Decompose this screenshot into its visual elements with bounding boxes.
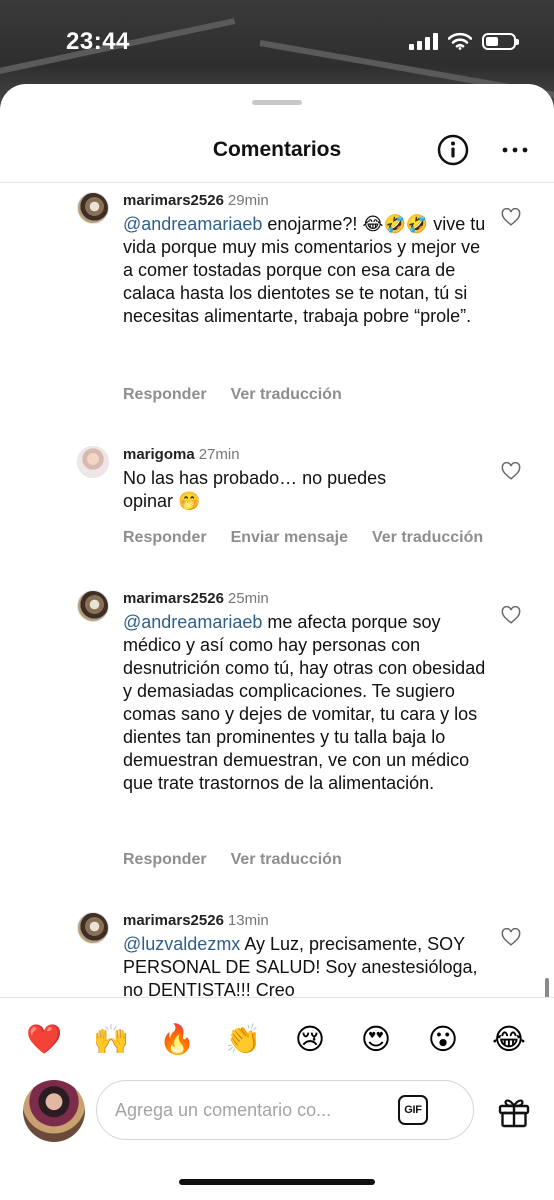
wifi-icon xyxy=(448,32,472,50)
comment-mention[interactable]: @andreamariaeb xyxy=(123,214,262,234)
sheet-header: Comentarios xyxy=(0,124,554,180)
translate-button[interactable]: Ver traducción xyxy=(231,386,342,404)
translate-button[interactable]: Ver traducción xyxy=(231,851,342,869)
avatar[interactable] xyxy=(77,192,109,224)
heart-outline-icon[interactable] xyxy=(501,208,521,226)
reply-button[interactable]: Responder xyxy=(123,851,207,869)
comment-text: @luzvaldezmx Ay Luz, precisamente, SOY P… xyxy=(123,934,478,997)
heart-outline-icon[interactable] xyxy=(501,606,521,624)
my-avatar[interactable] xyxy=(23,1080,85,1142)
gif-button[interactable]: GIF xyxy=(398,1095,428,1125)
reaction-heart-eyes[interactable]: 😍 xyxy=(356,1020,396,1060)
comment-text: @andreamariaeb enojarme?! 😂🤣🤣 vive tu vi… xyxy=(123,214,486,326)
comment-username[interactable]: marimars2526 29min xyxy=(123,192,269,209)
sheet-grabber[interactable] xyxy=(252,100,302,105)
reply-button[interactable]: Responder xyxy=(123,386,207,404)
cellular-signal-icon xyxy=(409,32,438,50)
comment-mention[interactable]: @luzvaldezmx xyxy=(123,934,240,954)
gift-icon[interactable] xyxy=(497,1095,531,1129)
reaction-raised-hands[interactable]: 🙌 xyxy=(91,1020,131,1060)
comment-time: 27min xyxy=(198,446,240,463)
comment-username[interactable]: marimars2526 25min xyxy=(123,590,269,607)
reaction-crying[interactable]: 😢 xyxy=(290,1020,330,1060)
info-icon[interactable] xyxy=(437,134,469,166)
comment-time: 25min xyxy=(227,590,269,607)
quick-reactions: ❤️ 🙌 🔥 👏 😢 😍 😮 😂 xyxy=(0,1020,554,1060)
home-indicator xyxy=(179,1179,375,1185)
composer-area: ❤️ 🙌 🔥 👏 😢 😍 😮 😂 Agrega un comentario co… xyxy=(0,997,554,1200)
translate-button[interactable]: Ver traducción xyxy=(372,529,483,547)
reaction-laughing[interactable]: 😂 xyxy=(489,1020,529,1060)
comment-mention[interactable]: @andreamariaeb xyxy=(123,612,262,632)
status-bar: 23:44 xyxy=(0,0,554,84)
avatar[interactable] xyxy=(77,446,109,478)
more-options-icon[interactable] xyxy=(500,142,530,158)
comment-time: 13min xyxy=(227,912,269,929)
comment-time: 29min xyxy=(227,192,269,209)
comment-actions: Responder Ver traducción xyxy=(123,851,342,869)
comment-actions: Responder Ver traducción xyxy=(123,386,342,404)
scrollbar[interactable] xyxy=(545,978,549,997)
reaction-surprised[interactable]: 😮 xyxy=(423,1020,463,1060)
comment-input[interactable]: Agrega un comentario co... GIF xyxy=(96,1080,474,1140)
comment-text: @andreamariaeb me afecta porque soy médi… xyxy=(123,612,486,793)
reply-button[interactable]: Responder xyxy=(123,529,207,547)
reaction-clap[interactable]: 👏 xyxy=(223,1020,263,1060)
battery-icon xyxy=(482,32,519,50)
reaction-fire[interactable]: 🔥 xyxy=(157,1020,197,1060)
comment-text: No las has probado… no puedes opinar 🤭 xyxy=(123,468,387,511)
heart-outline-icon[interactable] xyxy=(501,462,521,480)
send-message-button[interactable]: Enviar mensaje xyxy=(231,529,348,547)
comment-actions: Responder Enviar mensaje Ver traducción xyxy=(123,529,483,547)
comment-username[interactable]: marigoma 27min xyxy=(123,446,240,463)
status-time: 23:44 xyxy=(66,28,130,55)
reaction-heart[interactable]: ❤️ xyxy=(24,1020,64,1060)
comments-sheet: Comentarios marimars2526 29min @andreamar… xyxy=(0,84,554,1200)
heart-outline-icon[interactable] xyxy=(501,928,521,946)
comments-list[interactable]: marimars2526 29min @andreamariaeb enojarm… xyxy=(0,183,554,997)
avatar[interactable] xyxy=(77,590,109,622)
comment-username[interactable]: marimars2526 13min xyxy=(123,912,269,929)
avatar[interactable] xyxy=(77,912,109,944)
comment-input-placeholder: Agrega un comentario co... xyxy=(115,1100,332,1120)
page-title: Comentarios xyxy=(212,138,342,161)
